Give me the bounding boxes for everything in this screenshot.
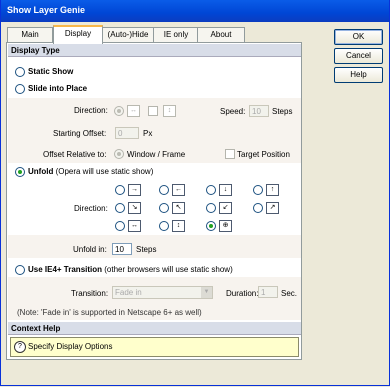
unfold-in-input[interactable]: 10 [112, 243, 132, 255]
ie-transition-row: Use IE4+ Transition (other browsers will… [28, 265, 233, 274]
slide-into-place-label: Slide into Place [28, 84, 88, 93]
speed-input[interactable]: 10 [249, 105, 269, 117]
ie-transition-note: (other browsers will use static show) [104, 265, 233, 274]
unfold-in-unit: Steps [136, 245, 157, 254]
duration-label: Duration: [226, 289, 259, 298]
unfold-note: (Opera will use static show) [55, 167, 154, 176]
unfold-down-right-radio[interactable] [115, 203, 125, 213]
speed-label: Speed: [220, 107, 246, 116]
fade-in-note: (Note: 'Fade in' is supported in Netscap… [17, 308, 202, 317]
arrow-down-left-icon: ↙ [219, 202, 232, 214]
unfold-left-radio[interactable] [159, 185, 169, 195]
arrow-down-right-icon: ↘ [128, 202, 141, 214]
horizontal-arrows-icon: ↔ [127, 105, 140, 117]
window-title: Show Layer Genie [7, 5, 86, 15]
cancel-button[interactable]: Cancel [334, 48, 383, 64]
speed-unit: Steps [272, 107, 293, 116]
context-help-heading: Context Help [8, 322, 301, 335]
arrow-up-right-icon: ↗ [266, 202, 279, 214]
starting-offset-input[interactable]: 0 [115, 127, 139, 139]
help-button[interactable]: Help [334, 67, 383, 83]
unfold-up-radio[interactable] [253, 185, 263, 195]
unfold-right-radio[interactable] [115, 185, 125, 195]
unfold-up-right-radio[interactable] [253, 203, 263, 213]
arrow-up-icon: ↑ [266, 184, 279, 196]
arrows-all-directions-icon: ⊕ [219, 220, 232, 232]
arrows-vertical-icon: ↕ [172, 220, 185, 232]
slide-direction-horizontal-radio[interactable] [114, 106, 124, 116]
static-show-label: Static Show [28, 67, 74, 76]
tab-about[interactable]: About [197, 27, 245, 42]
window-frame-label: Window / Frame [127, 150, 186, 159]
ie-transition-label: Use IE4+ Transition [28, 265, 103, 274]
transition-select[interactable]: Fade in ▼ [112, 286, 213, 299]
unfold-horizontal-radio[interactable] [115, 221, 125, 231]
window-frame-radio[interactable] [114, 149, 124, 159]
tab-main[interactable]: Main [7, 27, 53, 42]
slide-direction-label: Direction: [74, 106, 108, 115]
transition-value: Fade in [115, 288, 142, 297]
static-show-radio[interactable] [15, 67, 25, 77]
vertical-arrows-icon: ↕ [163, 105, 176, 117]
dialog-window: Show Layer Genie Main Display (Auto-)Hid… [0, 0, 390, 386]
tab-ie-only[interactable]: IE only [153, 27, 199, 42]
duration-unit: Sec. [281, 289, 298, 298]
display-panel: Display Type Static Show Slide into Plac… [6, 42, 302, 360]
arrow-right-icon: → [128, 184, 141, 196]
tab-auto-hide[interactable]: (Auto-)Hide [101, 27, 155, 42]
unfold-down-radio[interactable] [206, 185, 216, 195]
offset-relative-label: Offset Relative to: [43, 150, 107, 159]
unfold-direction-label: Direction: [74, 204, 108, 213]
arrow-left-icon: ← [172, 184, 185, 196]
display-type-heading: Display Type [8, 44, 301, 57]
arrow-up-left-icon: ↖ [172, 202, 185, 214]
slide-into-place-radio[interactable] [15, 84, 25, 94]
context-help-text: Specify Display Options [28, 342, 113, 351]
duration-input[interactable]: 1 [258, 286, 278, 298]
arrow-down-icon: ↓ [219, 184, 232, 196]
starting-offset-unit: Px [143, 129, 153, 138]
unfold-down-left-radio[interactable] [206, 203, 216, 213]
unfold-row: Unfold (Opera will use static show) [28, 167, 153, 176]
chevron-down-icon: ▼ [201, 287, 212, 298]
question-mark-icon: ? [14, 341, 26, 353]
starting-offset-label: Starting Offset: [53, 129, 107, 138]
unfold-label: Unfold [28, 167, 54, 176]
unfold-radio[interactable] [15, 167, 25, 177]
unfold-all-directions-radio[interactable] [206, 221, 216, 231]
target-position-checkbox[interactable] [225, 149, 235, 159]
title-bar: Show Layer Genie [1, 0, 389, 22]
unfold-vertical-radio[interactable] [159, 221, 169, 231]
slide-direction-vertical-radio[interactable] [148, 106, 158, 116]
arrows-horizontal-icon: ↔ [128, 220, 141, 232]
tab-display[interactable]: Display [53, 25, 103, 44]
context-help-box: ? Specify Display Options [10, 337, 299, 357]
unfold-in-label: Unfold in: [73, 245, 107, 254]
ok-button[interactable]: OK [334, 29, 383, 45]
ie-transition-radio[interactable] [15, 265, 25, 275]
transition-label: Transition: [71, 289, 109, 298]
unfold-up-left-radio[interactable] [159, 203, 169, 213]
target-position-label: Target Position [237, 150, 290, 159]
